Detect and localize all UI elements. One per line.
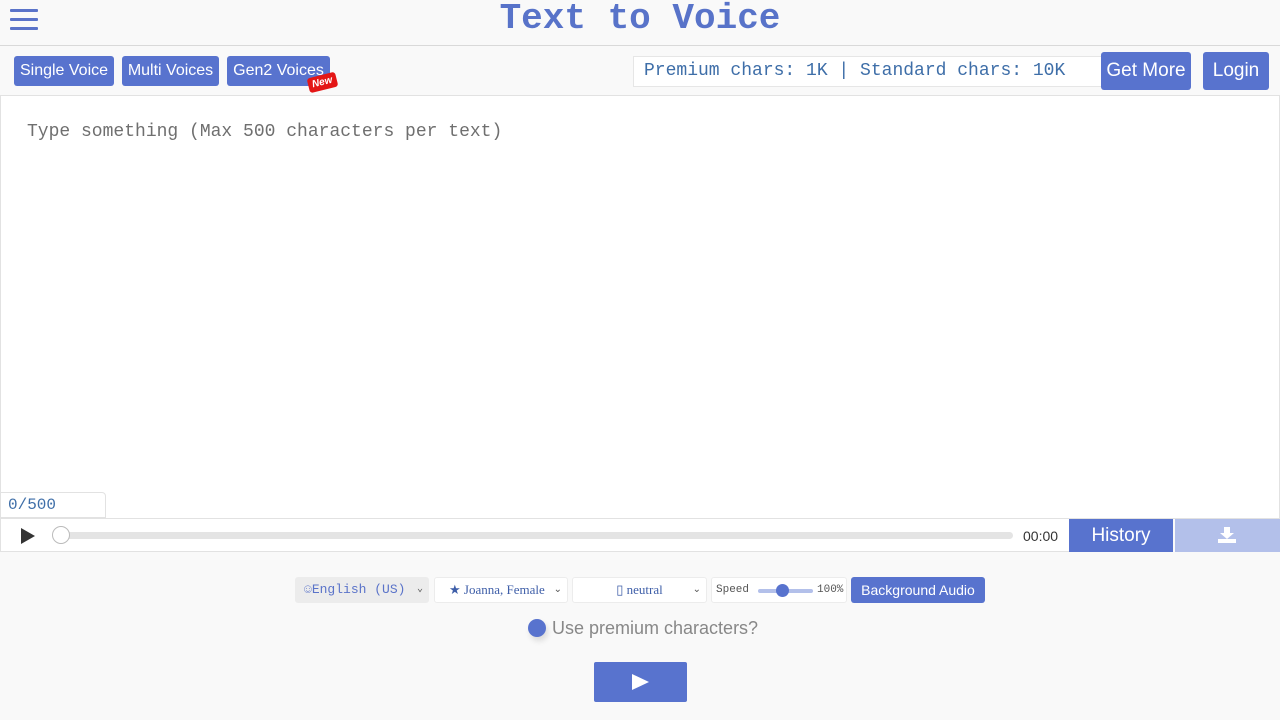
top-bar: Text to Voice xyxy=(0,0,1280,46)
style-value: neutral xyxy=(626,582,663,597)
chars-quota-display: Premium chars: 1K | Standard chars: 10K xyxy=(633,56,1103,87)
voice-select[interactable]: ★ Joanna, Female ⌄ xyxy=(434,577,568,603)
speed-slider-knob[interactable] xyxy=(776,584,789,597)
chevron-down-icon: ⌄ xyxy=(692,584,701,595)
chevron-down-icon: ⌄ xyxy=(416,584,423,595)
history-button[interactable]: History xyxy=(1069,519,1173,552)
speed-control: Speed 100% xyxy=(711,577,847,603)
char-counter: 0/500 xyxy=(0,492,106,518)
tab-single-voice[interactable]: Single Voice xyxy=(14,56,114,86)
download-button[interactable] xyxy=(1175,519,1280,552)
text-input[interactable] xyxy=(15,114,1265,494)
smiley-icon: ☺ xyxy=(304,582,312,597)
page-title: Text to Voice xyxy=(499,0,781,39)
premium-radio[interactable] xyxy=(528,619,546,637)
audio-player: 00:00 xyxy=(0,519,1069,552)
premium-label: Use premium characters? xyxy=(552,618,759,638)
star-icon: ★ xyxy=(449,582,461,597)
playback-time: 00:00 xyxy=(1023,528,1059,544)
style-icon: ▯ xyxy=(616,582,624,597)
text-editor-area xyxy=(0,95,1280,519)
speed-label: Speed xyxy=(716,584,750,596)
background-audio-button[interactable]: Background Audio xyxy=(851,577,985,603)
download-icon xyxy=(1218,527,1236,543)
voice-value: Joanna, Female xyxy=(463,582,545,597)
play-icon xyxy=(632,674,649,690)
get-more-button[interactable]: Get More xyxy=(1101,52,1191,90)
chevron-down-icon: ⌄ xyxy=(553,584,562,595)
seek-thumb[interactable] xyxy=(52,526,70,544)
language-select[interactable]: ☺English (US) ⌄ xyxy=(295,577,429,603)
tab-multi-voices[interactable]: Multi Voices xyxy=(122,56,219,86)
speed-value: 100% xyxy=(817,584,844,596)
style-select[interactable]: ▯ neutral ⌄ xyxy=(572,577,707,603)
generate-play-button[interactable] xyxy=(594,662,687,702)
language-value: English (US) xyxy=(311,582,406,597)
login-button[interactable]: Login xyxy=(1203,52,1269,90)
seek-track[interactable] xyxy=(53,532,1013,539)
play-icon[interactable] xyxy=(21,528,35,544)
